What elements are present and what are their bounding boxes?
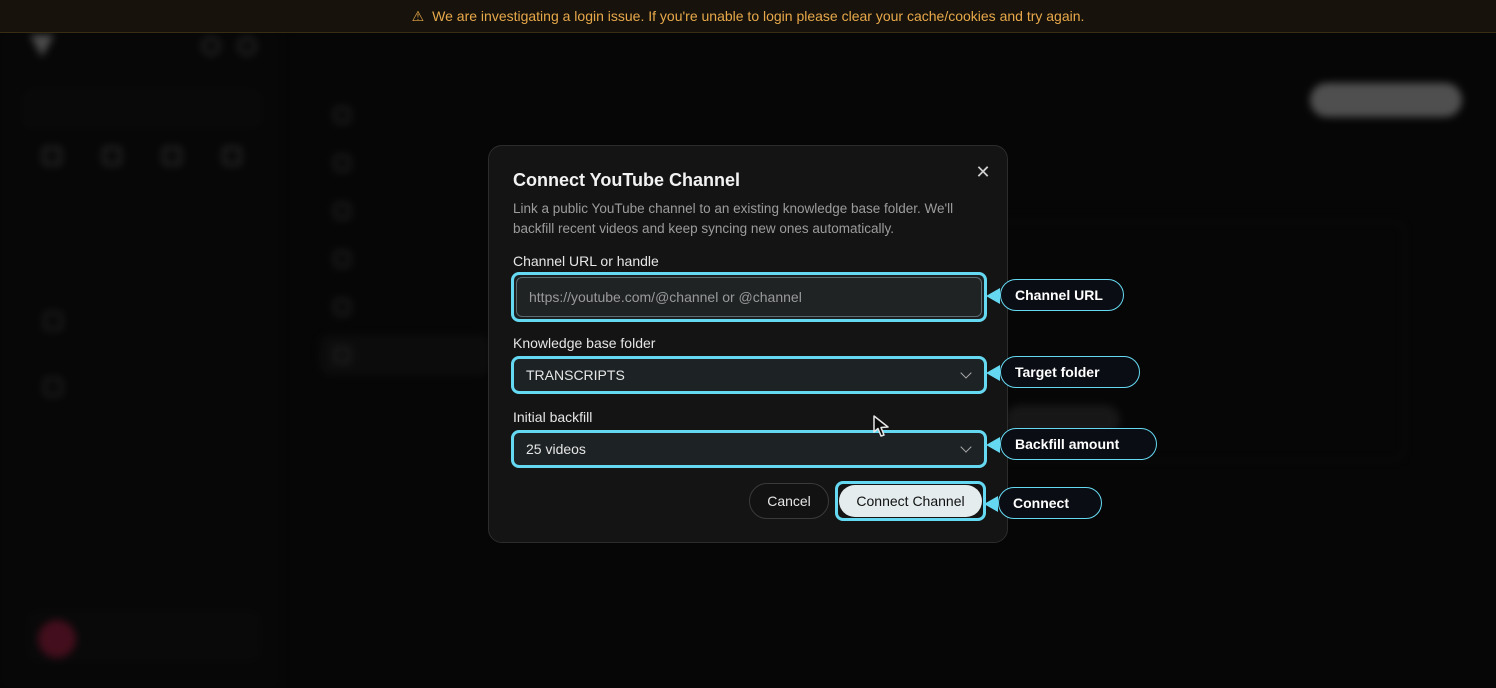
folder-select[interactable]: TRANSCRIPTS — [511, 356, 987, 394]
banner-text: We are investigating a login issue. If y… — [432, 8, 1085, 24]
warning-icon: ⚠ — [411, 7, 425, 24]
backfill-label: Initial backfill — [513, 409, 593, 425]
modal-title: Connect YouTube Channel — [513, 170, 741, 190]
close-icon[interactable]: ✕ — [972, 161, 994, 183]
modal-description: Link a public YouTube channel to an exis… — [513, 201, 954, 236]
chevron-down-icon — [960, 367, 972, 379]
callout-target-folder: Target folder — [986, 356, 1140, 388]
callout-channel-url: Channel URL — [986, 279, 1124, 311]
connect-youtube-modal: ✕ Connect YouTube Channel Link a public … — [488, 145, 1008, 543]
connect-channel-button[interactable]: Connect Channel — [839, 485, 982, 517]
backfill-select[interactable]: 25 videos — [511, 430, 987, 468]
callout-backfill-amount: Backfill amount — [986, 428, 1157, 460]
channel-url-input-wrapper — [516, 277, 982, 317]
callout-connect: Connect — [984, 487, 1102, 519]
warning-banner: ⚠ We are investigating a login issue. If… — [0, 0, 1496, 33]
cancel-button[interactable]: Cancel — [749, 483, 829, 519]
channel-url-label: Channel URL or handle — [513, 253, 659, 269]
folder-select-value: TRANSCRIPTS — [526, 367, 625, 383]
channel-url-field — [511, 272, 987, 322]
backfill-select-value: 25 videos — [526, 441, 586, 457]
channel-url-input[interactable] — [529, 289, 981, 305]
connect-button-highlight: Connect Channel — [835, 481, 986, 521]
mouse-cursor-icon — [873, 415, 889, 437]
chevron-down-icon — [960, 441, 972, 453]
folder-label: Knowledge base folder — [513, 335, 656, 351]
